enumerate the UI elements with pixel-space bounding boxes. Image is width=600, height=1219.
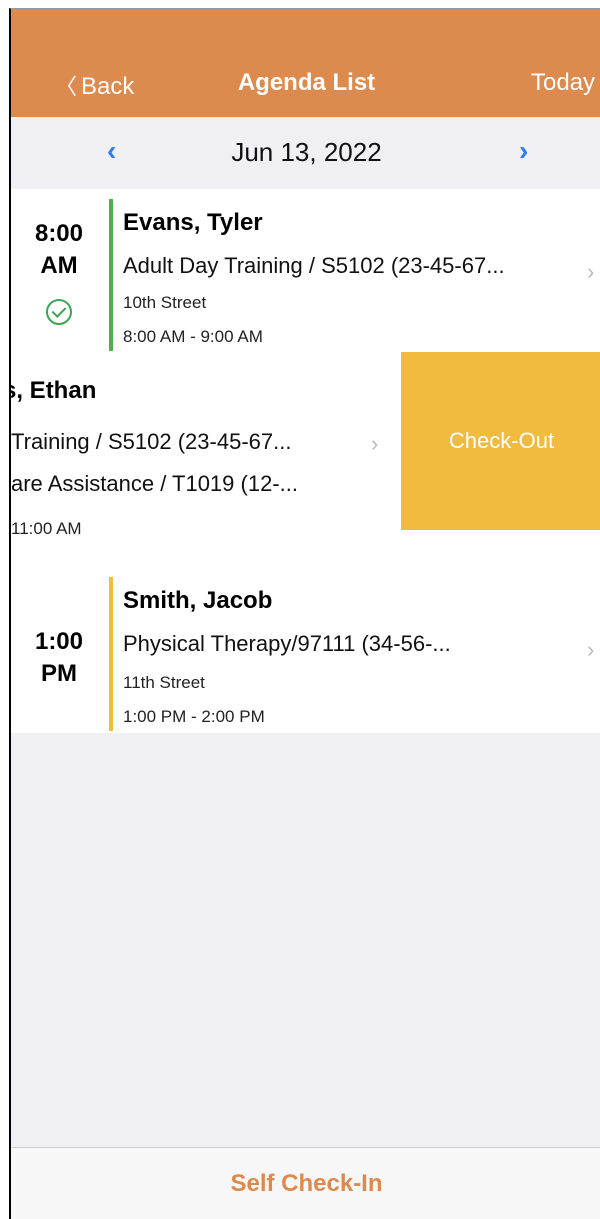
self-check-in-button[interactable]: Self Check-In <box>11 1170 600 1198</box>
check-circle-icon <box>46 299 72 325</box>
chevron-right-icon: › <box>371 431 379 456</box>
next-day-icon[interactable]: › <box>519 135 528 167</box>
status-bar <box>109 577 113 731</box>
chevron-right-icon: › <box>587 259 595 284</box>
time-range-text: 8:00 AM - 9:00 AM <box>123 327 263 346</box>
location-text: 11th Street <box>123 673 205 692</box>
app-screen: 〈 Back Agenda List Today ‹ Jun 13, 2022 ›… <box>9 8 600 1219</box>
location-text: 10th Street <box>123 293 207 312</box>
appointment-period: PM <box>41 660 77 687</box>
appointment-period: AM <box>40 252 78 279</box>
service-text: Physical Therapy/97111 (34-56-... <box>123 631 451 656</box>
check-out-button[interactable]: Check-Out <box>401 352 600 530</box>
appointment-time: 1:00 <box>34 628 84 655</box>
client-name: Evans, Tyler <box>123 209 263 236</box>
time-range-text: 11:00 AM <box>11 519 82 538</box>
nav-bar: 〈 Back Agenda List Today <box>11 9 600 117</box>
client-name: Smith, Jacob <box>123 587 273 614</box>
appointment-row[interactable]: 8:00 AM Evans, Tyler Adult Day Training … <box>11 189 600 352</box>
appointment-time: 8:00 <box>34 220 84 247</box>
chevron-right-icon: › <box>587 637 595 662</box>
bottom-bar: Self Check-In <box>11 1147 600 1219</box>
client-name: s, Ethan <box>11 377 97 404</box>
current-date: Jun 13, 2022 <box>231 137 382 167</box>
service-text-secondary: are Assistance / T1019 (12-... <box>11 471 298 496</box>
time-range-text: 1:00 PM - 2:00 PM <box>123 707 265 726</box>
status-bar <box>109 199 113 351</box>
service-text: Adult Day Training / S5102 (23-45-67... <box>123 253 505 278</box>
page-title: Agenda List <box>237 69 376 96</box>
service-text: Training / S5102 (23-45-67... <box>11 429 292 454</box>
appointment-row[interactable]: 1:00 PM Smith, Jacob Physical Therapy/97… <box>11 557 600 733</box>
today-button[interactable]: Today <box>531 69 595 97</box>
